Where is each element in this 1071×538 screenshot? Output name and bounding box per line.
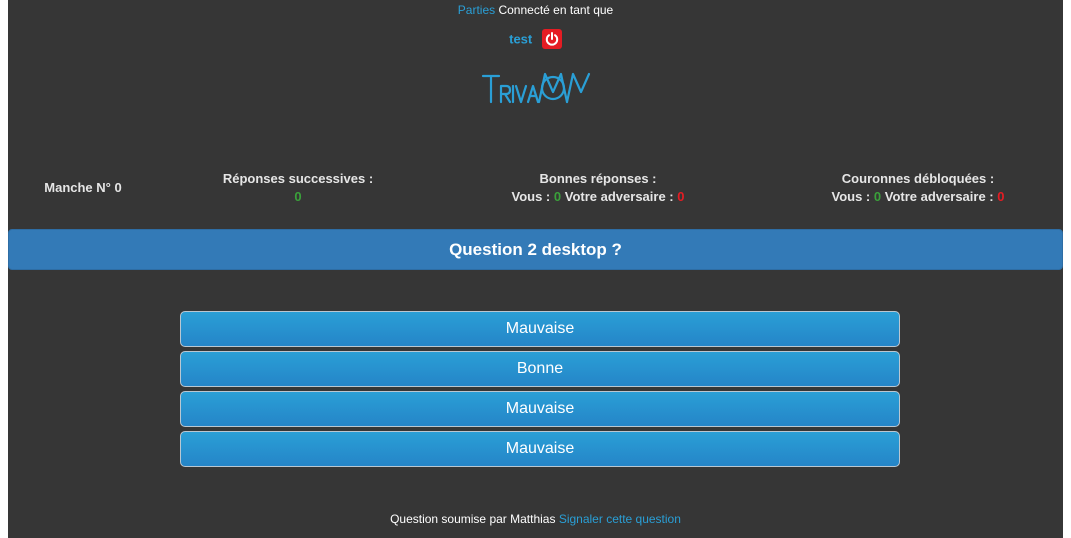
crowns-stat: Couronnes débloquées : Vous : 0 Votre ad…: [778, 170, 1058, 206]
top-nav: Parties Connecté en tant que: [8, 3, 1063, 18]
submitted-by-text: Question soumise par Matthias: [390, 512, 556, 526]
power-icon: [545, 32, 559, 46]
correct-opponent-value: 0: [677, 189, 685, 204]
crowns-label: Couronnes débloquées :: [841, 171, 995, 186]
answer-button-2[interactable]: Bonne: [180, 351, 900, 387]
question-title: Question 2 desktop ?: [8, 229, 1063, 270]
correct-you-label: Vous :: [511, 189, 551, 204]
app-frame: Parties Connecté en tant que test Manche…: [8, 0, 1063, 538]
user-line: test: [8, 29, 1063, 49]
answer-button-3[interactable]: Mauvaise: [180, 391, 900, 427]
streak-label: Réponses successives :: [222, 171, 374, 186]
logo-icon: [481, 72, 590, 104]
connected-as-text: Connecté en tant que: [498, 3, 614, 17]
correct-answers-label: Bonnes réponses :: [539, 171, 657, 186]
username[interactable]: test: [509, 32, 532, 47]
correct-opponent-label: Votre adversaire :: [564, 189, 674, 204]
crowns-you-label: Vous :: [831, 189, 871, 204]
logout-button[interactable]: [541, 29, 562, 49]
correct-answers-stat: Bonnes réponses : Vous : 0 Votre adversa…: [448, 170, 748, 206]
crowns-opponent-label: Votre adversaire :: [884, 189, 994, 204]
report-question-link[interactable]: Signaler cette question: [559, 512, 681, 526]
round-label: Manche N° 0: [44, 180, 122, 195]
answer-list: Mauvaise Bonne Mauvaise Mauvaise: [180, 311, 900, 471]
round-number: Manche N° 0: [18, 179, 148, 197]
correct-you-value: 0: [553, 189, 562, 204]
answer-button-1[interactable]: Mauvaise: [180, 311, 900, 347]
games-link[interactable]: Parties: [458, 3, 495, 17]
streak-stat: Réponses successives : 0: [188, 170, 408, 206]
game-stats: Manche N° 0 Réponses successives : 0 Bon…: [8, 170, 1063, 210]
answer-button-4[interactable]: Mauvaise: [180, 431, 900, 467]
crowns-you-value: 0: [873, 189, 882, 204]
crowns-opponent-value: 0: [997, 189, 1005, 204]
trivia-logo: [8, 70, 1063, 109]
streak-value: 0: [294, 189, 302, 204]
question-footer: Question soumise par Matthias Signaler c…: [8, 512, 1063, 526]
